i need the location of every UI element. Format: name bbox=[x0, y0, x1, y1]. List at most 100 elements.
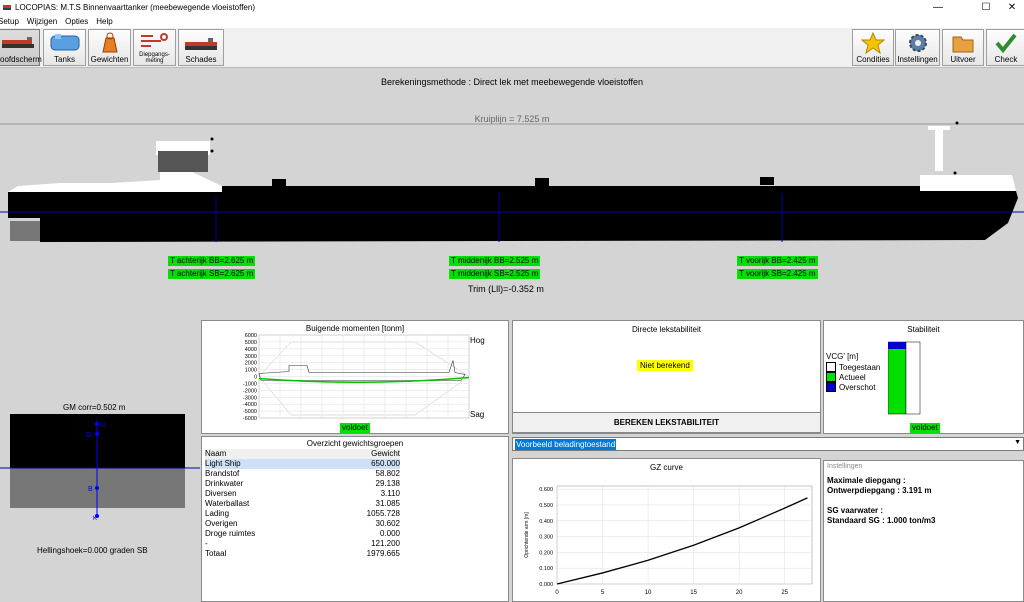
bending-tick-label: 4000 bbox=[245, 347, 257, 353]
table-row[interactable]: Lading 1055.728 bbox=[205, 509, 400, 519]
gz-ylabel: Oprichtende arm [m] bbox=[524, 512, 530, 558]
gz-title: GZ curve bbox=[650, 463, 683, 472]
gm-mark-g: G bbox=[86, 432, 91, 439]
table-row[interactable]: Overigen 30.602 bbox=[205, 519, 400, 529]
draught-measure-button[interactable]: Diepgangs- meting bbox=[133, 29, 176, 66]
app-icon bbox=[3, 5, 11, 10]
gz-ytick-label: 0.000 bbox=[539, 582, 553, 588]
check-icon bbox=[995, 33, 1017, 54]
table-row[interactable]: Brandstof 58.802 bbox=[205, 469, 400, 479]
tanks-button[interactable]: Tanks bbox=[43, 29, 86, 66]
sg-value: Standaard SG : 1.000 ton/m3 bbox=[827, 516, 936, 525]
gm-cross-section: M G B K bbox=[0, 414, 200, 522]
condition-selected: Voorbeeld beladingtoestand bbox=[515, 439, 617, 450]
window-title: LOCOPIAS: M.T.S Binnenvaarttanker (meebe… bbox=[15, 2, 255, 12]
weight-icon bbox=[101, 32, 118, 53]
ship-profile bbox=[0, 121, 1024, 242]
conditions-button[interactable]: Condities bbox=[852, 29, 894, 66]
gm-title: GM corr=0.502 m bbox=[63, 403, 126, 412]
gz-chart: 0.000 0.100 0.200 0.300 0.400 0.500 0.600 0 5 10 1… bbox=[524, 485, 813, 596]
ship-icon bbox=[2, 37, 34, 48]
table-row[interactable]: Light Ship 650.000 bbox=[205, 459, 400, 469]
max-draught: Maximale diepgang : bbox=[827, 476, 906, 485]
draught-fwd-bb: T voorijk BB=2.425 m bbox=[737, 256, 818, 266]
gz-ytick-label: 0.200 bbox=[539, 550, 553, 556]
maximize-button[interactable]: ☐ bbox=[968, 0, 1004, 14]
table-row[interactable]: Drinkwater 29.138 bbox=[205, 479, 400, 489]
bending-tick-label: -2000 bbox=[243, 388, 257, 394]
chevron-down-icon[interactable]: ▼ bbox=[1014, 439, 1021, 446]
draught-icon bbox=[140, 33, 168, 47]
bending-tick-label: 6000 bbox=[245, 333, 257, 339]
hog-label: Hog bbox=[470, 336, 485, 345]
gz-ytick-label: 0.300 bbox=[539, 535, 553, 541]
menu-help[interactable]: Help bbox=[96, 17, 112, 26]
trim-readout: Trim (Lll)=-0.352 m bbox=[468, 284, 544, 294]
gear-icon bbox=[908, 34, 927, 52]
main-screen-button[interactable]: Hoofdscherm bbox=[0, 29, 42, 66]
legend-actual: Actueel bbox=[826, 372, 866, 382]
damage-title: Directe lekstabiliteit bbox=[632, 325, 701, 334]
bending-tick-label: -3000 bbox=[243, 395, 257, 401]
design-draught: Ontwerpdiepgang : 3.191 m bbox=[827, 486, 932, 495]
check-button[interactable]: Check bbox=[986, 29, 1024, 66]
gm-mark-k: K bbox=[93, 516, 97, 522]
tanks-icon bbox=[50, 34, 79, 51]
bending-tick-label: 3000 bbox=[245, 354, 257, 360]
settings-button[interactable]: Instellingen bbox=[895, 29, 940, 66]
bending-tick-label: -4000 bbox=[243, 402, 257, 408]
gm-mark-b: B bbox=[88, 486, 93, 493]
draught-fwd-sb: T voorijk SB=2.425 m bbox=[737, 269, 818, 279]
bending-tick-label: 2000 bbox=[245, 361, 257, 367]
gz-xtick-label: 0 bbox=[555, 590, 559, 596]
calc-damage-stability-button[interactable]: BEREKEN LEKSTABILITEIT bbox=[512, 412, 821, 433]
gz-ytick-label: 0.500 bbox=[539, 503, 553, 509]
bending-status: voldoet bbox=[340, 423, 370, 433]
heeling-angle: Hellingshoek=0.000 graden SB bbox=[37, 546, 148, 555]
table-row[interactable]: Diversen 3.110 bbox=[205, 489, 400, 499]
table-row-total: Totaal 1979.665 bbox=[205, 549, 400, 558]
gz-xtick-label: 10 bbox=[645, 590, 652, 596]
settings-title: Instellingen bbox=[827, 463, 863, 470]
calculation-method: Berekeningsmethode : Direct lek met meeb… bbox=[381, 77, 643, 87]
minimize-button[interactable]: — bbox=[920, 0, 956, 14]
menu-opties[interactable]: Opties bbox=[65, 17, 88, 26]
bending-tick-label: 5000 bbox=[245, 340, 257, 346]
gz-plot-area bbox=[556, 485, 813, 585]
stability-title: Stabiliteit bbox=[907, 325, 940, 334]
gz-xtick-label: 20 bbox=[736, 590, 743, 596]
damage-button[interactable]: Schades bbox=[178, 29, 224, 66]
condition-select[interactable]: Voorbeeld beladingtoestand ▼ bbox=[512, 437, 1024, 451]
menu-setup[interactable]: Setup bbox=[0, 17, 19, 26]
stability-bar bbox=[888, 341, 921, 415]
table-row[interactable]: -121.200 bbox=[205, 539, 400, 549]
legend-vcg: VCG' [m] bbox=[826, 352, 859, 361]
weights-button[interactable]: Gewichten bbox=[88, 29, 131, 66]
draught-aft-sb: T achterijk SB=2.625 m bbox=[168, 269, 256, 279]
legend-allowed: Toegestaan bbox=[826, 362, 880, 372]
menu-bar: Setup Wijzigen Opties Help bbox=[0, 14, 1024, 28]
stability-status: voldoet bbox=[910, 423, 940, 433]
folder-icon bbox=[952, 36, 974, 53]
title-bar: LOCOPIAS: M.T.S Binnenvaarttanker (meebe… bbox=[0, 0, 1024, 14]
menu-wijzigen[interactable]: Wijzigen bbox=[27, 17, 57, 26]
output-button[interactable]: Uitvoer bbox=[942, 29, 984, 66]
damage-icon bbox=[185, 38, 217, 50]
weights-header: Naam Gewicht bbox=[205, 449, 400, 459]
gz-ytick-label: 0.100 bbox=[539, 566, 553, 572]
draught-mid-sb: T middenijk SB=2.525 m bbox=[449, 269, 541, 279]
bending-tick-label: 0 bbox=[254, 375, 257, 381]
bending-tick-label: -1000 bbox=[243, 381, 257, 387]
weights-title: Overzicht gewichtsgroepen bbox=[306, 439, 404, 448]
legend-excess: Overschot bbox=[826, 382, 875, 392]
gz-xtick-label: 5 bbox=[601, 590, 605, 596]
sg-label: SG vaarwater : bbox=[827, 506, 884, 515]
bending-tick-label: -6000 bbox=[243, 416, 257, 422]
close-button[interactable]: ✕ bbox=[1000, 0, 1024, 14]
gz-ytick-label: 0.600 bbox=[539, 487, 553, 493]
bending-chart: 6000500040003000200010000-1000-2000-3000… bbox=[243, 333, 471, 422]
draught-mid-bb: T middenijk BB=2.525 m bbox=[449, 256, 541, 266]
table-row[interactable]: Waterballast 31.085 bbox=[205, 499, 400, 509]
table-row[interactable]: Droge ruimtes 0.000 bbox=[205, 529, 400, 539]
gm-mark-m: M bbox=[100, 423, 105, 429]
